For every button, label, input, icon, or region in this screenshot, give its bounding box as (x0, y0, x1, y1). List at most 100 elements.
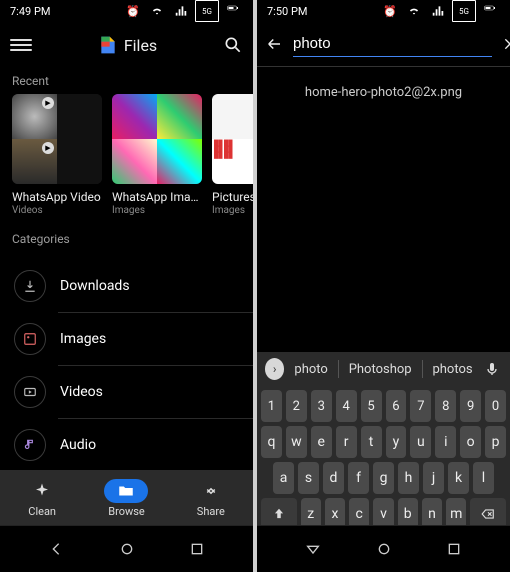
search-button[interactable] (223, 35, 243, 55)
lte-icon: 5G (452, 0, 476, 22)
key-a[interactable]: a (273, 462, 294, 494)
search-result[interactable]: home-hero-photo2@2x.png (257, 67, 510, 118)
expand-suggestions-button[interactable]: › (265, 358, 284, 380)
search-input[interactable] (293, 31, 492, 57)
mic-icon[interactable] (483, 358, 502, 380)
key-8[interactable]: 8 (435, 390, 456, 422)
menu-button[interactable] (10, 34, 32, 56)
search-bar (257, 22, 510, 67)
tab-label: Share (197, 505, 225, 518)
key-3[interactable]: 3 (311, 390, 332, 422)
download-icon (14, 270, 46, 302)
alarm-icon: ⏰ (380, 1, 400, 21)
nav-recent[interactable] (439, 534, 469, 564)
key-y[interactable]: y (386, 426, 407, 458)
tab-browse[interactable]: Browse (104, 479, 148, 518)
back-button[interactable] (265, 34, 283, 54)
tab-clean[interactable]: Clean (20, 479, 64, 518)
key-t[interactable]: t (361, 426, 382, 458)
key-row-numbers: 1234567890 (261, 390, 506, 422)
battery-icon (223, 1, 243, 21)
play-badge-icon: ▶ (42, 97, 54, 109)
app-bar: Files (0, 22, 253, 68)
status-time: 7:49 PM (10, 5, 50, 18)
category-label: Images (60, 331, 106, 347)
category-label: Audio (60, 437, 96, 453)
nav-home[interactable] (112, 534, 142, 564)
key-k[interactable]: k (448, 462, 469, 494)
key-w[interactable]: w (286, 426, 307, 458)
key-5[interactable]: 5 (361, 390, 382, 422)
clear-search-button[interactable] (502, 33, 510, 55)
key-l[interactable]: l (473, 462, 494, 494)
key-1[interactable]: 1 (261, 390, 282, 422)
nav-back[interactable] (41, 534, 71, 564)
tile-sub: Images (112, 205, 202, 216)
audio-icon (14, 429, 46, 461)
key-0[interactable]: 0 (485, 390, 506, 422)
key-2[interactable]: 2 (286, 390, 307, 422)
key-h[interactable]: h (398, 462, 419, 494)
suggestion[interactable]: photos (428, 360, 476, 379)
key-g[interactable]: g (373, 462, 394, 494)
files-logo-icon (98, 35, 118, 55)
key-i[interactable]: i (435, 426, 456, 458)
key-u[interactable]: u (410, 426, 431, 458)
category-images[interactable]: Images (0, 313, 253, 365)
android-nav-bar (0, 525, 253, 572)
battery-icon (480, 1, 500, 21)
android-nav-bar (257, 525, 510, 572)
suggestion-bar: › photo Photoshop photos (261, 356, 506, 386)
status-time: 7:50 PM (267, 5, 307, 18)
tile-title: Pictures (212, 190, 253, 204)
play-badge-icon: ▶ (42, 142, 54, 154)
lte-icon: 5G (195, 0, 219, 22)
recent-tile[interactable]: ██ ████ ████ ██ Pictures Images (212, 94, 253, 216)
category-audio[interactable]: Audio (0, 419, 253, 471)
category-label: Videos (60, 384, 103, 400)
wifi-icon (147, 1, 167, 21)
nav-back[interactable] (298, 534, 328, 564)
recent-tile[interactable]: WhatsApp Images Images (112, 94, 202, 216)
key-4[interactable]: 4 (336, 390, 357, 422)
categories-label: Categories (0, 226, 253, 252)
key-o[interactable]: o (460, 426, 481, 458)
bottom-tabs: Clean Browse Share (0, 470, 253, 526)
category-downloads[interactable]: Downloads (0, 260, 253, 312)
app-title: Files (124, 36, 157, 55)
wifi-icon (404, 1, 424, 21)
recent-row[interactable]: ▶ ▶ WhatsApp Video Videos WhatsApp Image… (0, 94, 253, 216)
category-videos[interactable]: Videos (0, 366, 253, 418)
tile-title: WhatsApp Images (112, 190, 202, 204)
recent-label: Recent (0, 68, 253, 94)
files-app-screen: 7:49 PM ⏰ 5G Files Recent (0, 0, 253, 572)
signal-icon (428, 1, 448, 21)
status-icons: ⏰ 5G (380, 0, 500, 22)
nav-home[interactable] (369, 534, 399, 564)
key-q[interactable]: q (261, 426, 282, 458)
key-7[interactable]: 7 (410, 390, 431, 422)
key-6[interactable]: 6 (386, 390, 407, 422)
signal-icon (171, 1, 191, 21)
recent-tile[interactable]: ▶ ▶ WhatsApp Video Videos (12, 94, 102, 216)
tile-sub: Videos (12, 205, 102, 216)
key-e[interactable]: e (311, 426, 332, 458)
suggestion[interactable]: photo (290, 360, 331, 379)
tab-share[interactable]: Share (189, 479, 233, 518)
key-9[interactable]: 9 (460, 390, 481, 422)
files-search-screen: 7:50 PM ⏰ 5G home-hero-photo2@2x.png › p… (257, 0, 510, 572)
key-p[interactable]: p (485, 426, 506, 458)
key-f[interactable]: f (348, 462, 369, 494)
category-label: Downloads (60, 278, 130, 294)
suggestion[interactable]: Photoshop (345, 360, 416, 379)
tab-label: Browse (108, 505, 145, 518)
key-s[interactable]: s (298, 462, 319, 494)
nav-recent[interactable] (182, 534, 212, 564)
key-d[interactable]: d (323, 462, 344, 494)
tab-label: Clean (28, 505, 56, 518)
status-icons: ⏰ 5G (123, 0, 243, 22)
status-bar: 7:50 PM ⏰ 5G (257, 0, 510, 22)
key-j[interactable]: j (423, 462, 444, 494)
key-r[interactable]: r (336, 426, 357, 458)
key-row-1: qwertyuiop (261, 426, 506, 458)
